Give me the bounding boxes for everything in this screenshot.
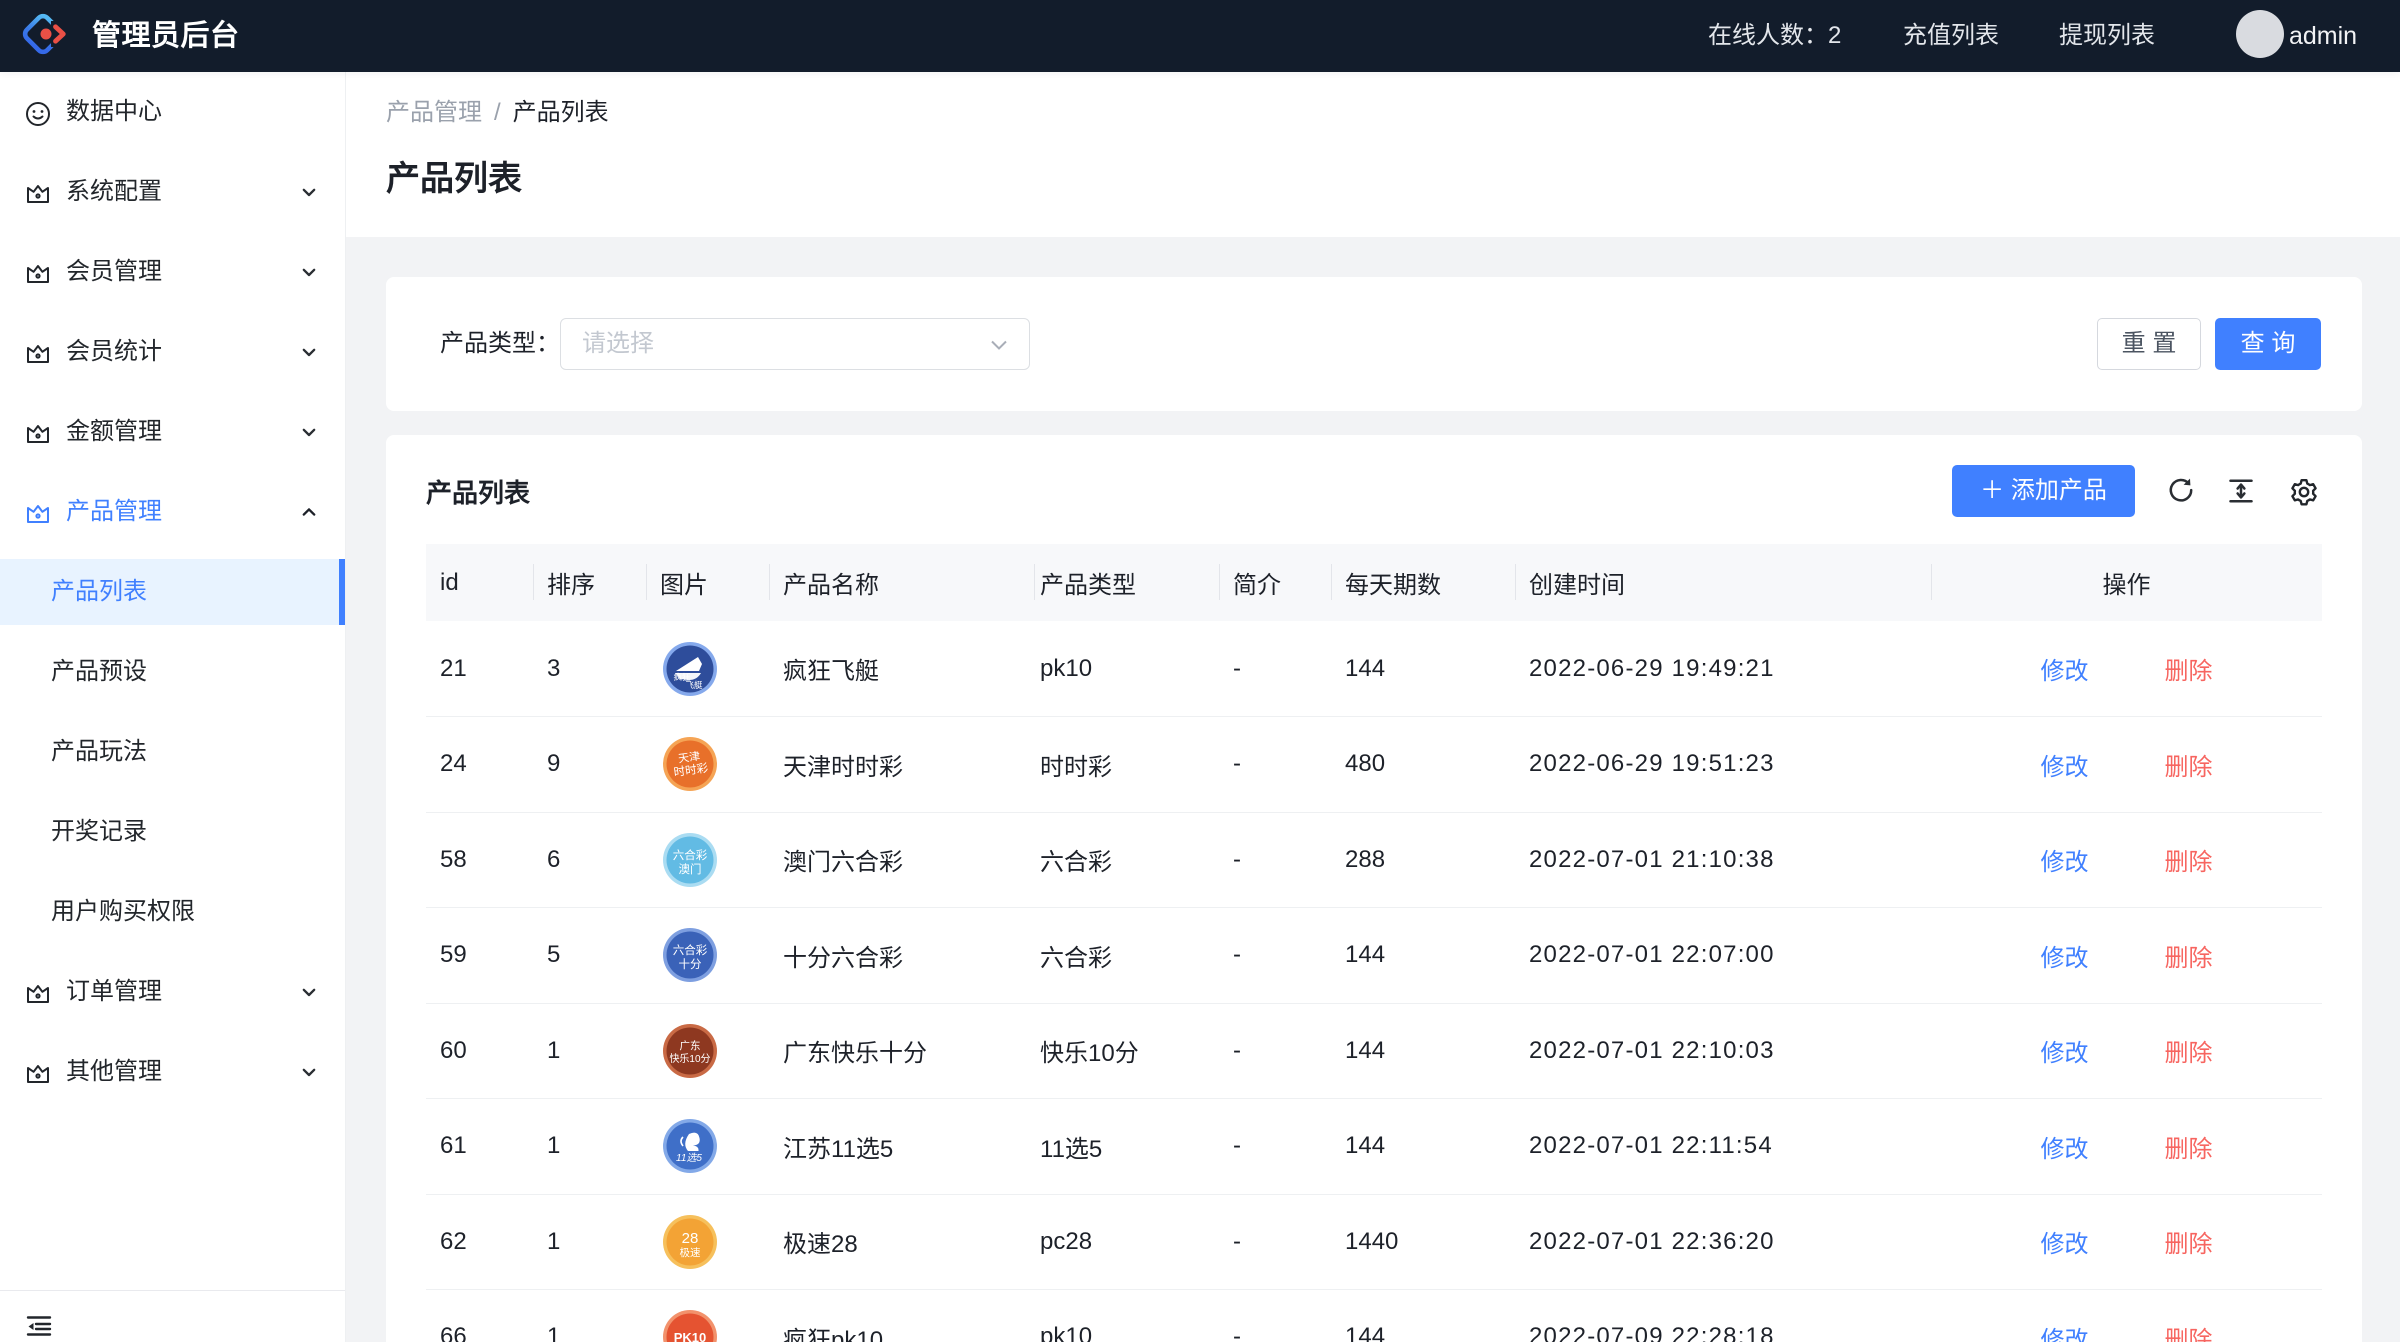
svg-text:飞艇: 飞艇 [685,680,703,690]
svg-text:11选5: 11选5 [676,1152,702,1164]
svg-text:六合彩: 六合彩 [673,943,708,957]
svg-text:澳门: 澳门 [679,862,702,876]
svg-text:六合彩: 六合彩 [673,848,708,862]
svg-text:广东: 广东 [680,1039,701,1052]
svg-text:28: 28 [682,1230,699,1247]
svg-text:十分: 十分 [679,957,702,971]
svg-text:快乐10分: 快乐10分 [669,1053,710,1065]
svg-text:极速: 极速 [680,1246,701,1259]
svg-text:PK10: PK10 [674,1330,707,1342]
